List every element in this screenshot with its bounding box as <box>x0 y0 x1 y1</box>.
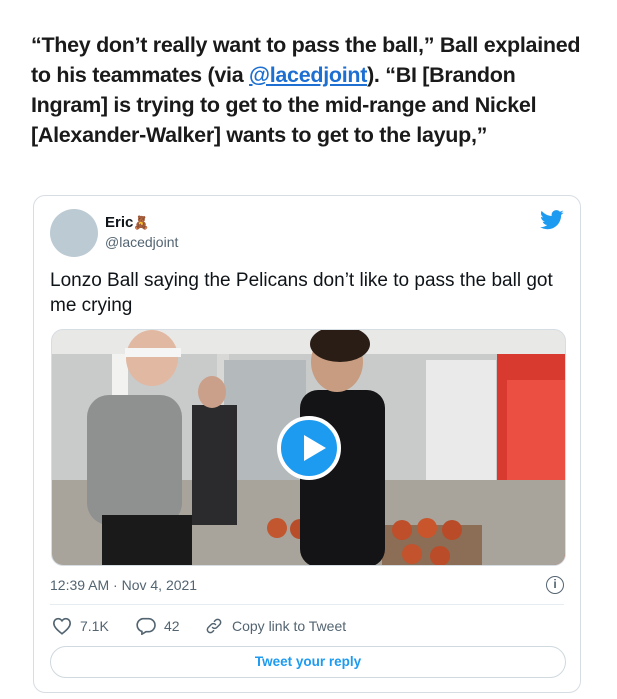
reply-count: 42 <box>164 618 180 634</box>
video-thumbnail[interactable] <box>51 329 566 566</box>
author-handle[interactable]: @lacedjoint <box>105 234 178 250</box>
heart-icon <box>52 617 72 635</box>
copy-link-action[interactable]: Copy link to Tweet <box>204 617 346 635</box>
article-quote: “They don’t really want to pass the ball… <box>31 30 591 150</box>
info-icon[interactable]: i <box>546 576 564 594</box>
copy-link-label: Copy link to Tweet <box>232 618 347 634</box>
avatar[interactable] <box>50 209 98 257</box>
author-name-row[interactable]: Eric🧸 <box>105 214 150 231</box>
like-count: 7.1K <box>80 618 109 634</box>
play-button[interactable] <box>277 416 341 480</box>
reply-bubble-icon <box>136 617 156 635</box>
embedded-tweet: Eric🧸 @lacedjoint Lonzo Ball saying the … <box>33 195 581 693</box>
tweet-your-reply-button[interactable]: Tweet your reply <box>50 646 566 678</box>
divider <box>50 604 564 605</box>
author-name[interactable]: Eric <box>105 214 133 231</box>
tweet-text: Lonzo Ball saying the Pelicans don’t lik… <box>50 270 553 316</box>
reply-action[interactable]: 42 <box>136 617 180 635</box>
twitter-bird-icon[interactable] <box>540 210 564 230</box>
like-action[interactable]: 7.1K <box>52 617 109 635</box>
teddy-bear-emoji: 🧸 <box>133 215 150 230</box>
tweet-timestamp[interactable]: 12:39 AM · Nov 4, 2021 <box>50 577 197 593</box>
quote-handle-link[interactable]: @lacedjoint <box>249 63 367 87</box>
link-icon <box>206 618 222 634</box>
